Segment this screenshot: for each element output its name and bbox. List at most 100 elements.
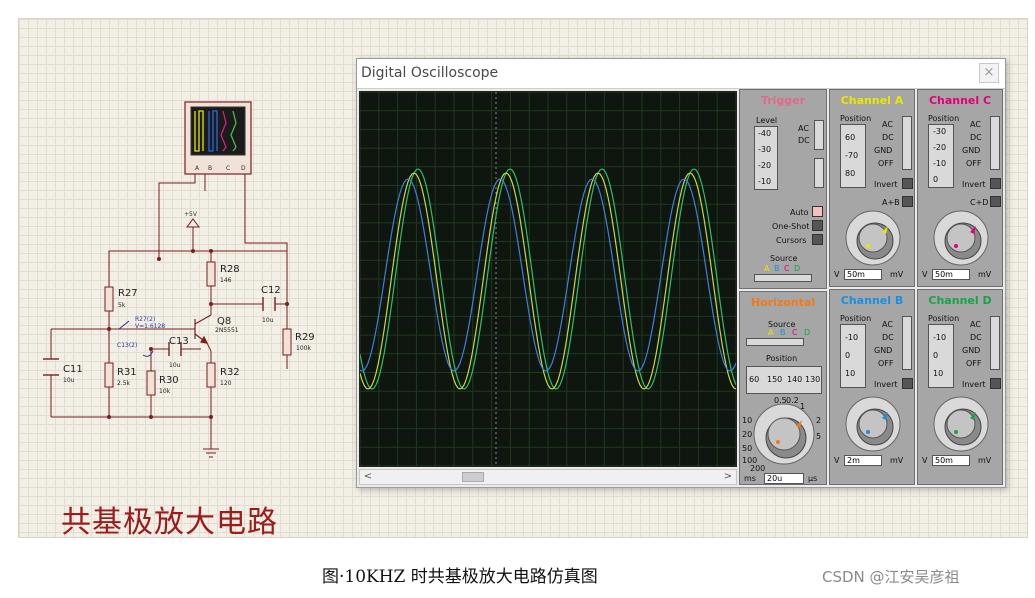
window-titlebar[interactable]: Digital Oscilloscope × [357, 59, 1005, 89]
channel-d-invert-button[interactable] [990, 378, 1001, 389]
channel-a-position-label: Position [840, 114, 872, 123]
resistor-r31[interactable] [104, 362, 114, 388]
resistor-r29[interactable] [282, 328, 292, 356]
trigger-panel: Trigger Level -40 -30 -20 -10 AC DC Auto… [739, 89, 827, 289]
one-shot-button[interactable] [812, 220, 823, 231]
trigger-level-label: Level [756, 116, 778, 125]
channel-d-position-label: Position [928, 314, 960, 323]
scroll-right-icon[interactable]: > [721, 470, 735, 484]
cursors-label: Cursors [776, 236, 807, 245]
probe-c13-label: C13(2) [117, 342, 137, 349]
channel-b-invert-button[interactable] [902, 378, 913, 389]
value-c13: 10u [169, 362, 181, 369]
timebase-value: 20u [764, 473, 804, 484]
scope-display [359, 91, 737, 467]
label-q8: Q8 [217, 316, 231, 327]
svg-text:+5V: +5V [184, 211, 198, 218]
channel-c-coupling-switch[interactable] [990, 116, 1000, 170]
scroll-thumb[interactable] [462, 472, 484, 482]
value-r27: 5k [118, 302, 126, 309]
capacitor-c11[interactable] [43, 358, 59, 376]
channel-a-invert-button[interactable] [902, 178, 913, 189]
channel-a-invert-label: Invert [874, 180, 898, 189]
capacitor-c12[interactable] [262, 297, 276, 311]
channel-b-volts-value: 2m [844, 455, 882, 466]
trigger-level-slider[interactable]: -40 -30 -20 -10 [754, 126, 778, 190]
resistor-r28[interactable] [206, 261, 216, 287]
timebase-knob[interactable] [746, 396, 822, 470]
horizontal-heading: Horizontal [750, 296, 816, 309]
figure-caption: 图·10KHZ 时共基极放大电路仿真图 [322, 567, 598, 587]
trigger-dc-label: DC [798, 136, 810, 145]
trigger-coupling-switch[interactable] [814, 120, 824, 150]
channel-c-combine-button[interactable] [990, 196, 1001, 207]
resistor-r27[interactable] [104, 286, 114, 312]
label-r29: R29 [295, 332, 315, 343]
channel-b-coupling-switch[interactable] [902, 316, 912, 370]
trigger-ac-label: AC [798, 124, 809, 133]
channel-c-volts-value: 50m [932, 269, 970, 280]
cursors-button[interactable] [812, 234, 823, 245]
channel-b-heading: Channel B [840, 294, 904, 307]
page: A B C D +5V R27 5k R28 146 R29 100k R30 … [0, 0, 1035, 598]
channel-c-volts-knob[interactable] [924, 208, 998, 268]
scope-symbol[interactable]: A B C D [184, 101, 252, 175]
channel-b-volts-knob[interactable] [836, 394, 910, 454]
timebase-unit-left: ms [744, 474, 756, 483]
label-r30: R30 [159, 375, 179, 386]
auto-button[interactable] [812, 206, 823, 217]
scroll-left-icon[interactable]: < [361, 470, 375, 484]
channel-d-invert-label: Invert [962, 380, 986, 389]
window-title: Digital Oscilloscope [361, 65, 499, 81]
label-c11: C11 [63, 364, 83, 375]
value-q8: 2N5551 [215, 327, 239, 334]
channel-c-panel: Channel C Position -30 -20 -10 0 AC DC GND OFF Inv… [917, 89, 1003, 287]
channel-d-panel: Channel D Position -10 0 10 AC DC GND OFF Invert V… [917, 289, 1003, 485]
ground-symbol [203, 448, 219, 458]
oscilloscope-window[interactable]: Digital Oscilloscope × < > Trigger Level… [356, 58, 1006, 488]
resistor-r30[interactable] [146, 370, 156, 396]
horizontal-position-slider[interactable]: 60 150 140 130 [746, 366, 822, 394]
channel-a-position-slider[interactable]: 60 -70 80 [840, 124, 866, 188]
channel-c-invert-button[interactable] [990, 178, 1001, 189]
label-r28: R28 [220, 264, 240, 275]
channel-c-position-slider[interactable]: -30 -20 -10 0 [928, 124, 954, 188]
channel-d-coupling-switch[interactable] [990, 316, 1000, 370]
channel-c-invert-label: Invert [962, 180, 986, 189]
label-r32: R32 [220, 367, 240, 378]
channel-a-volts-knob[interactable] [836, 208, 910, 268]
value-r32: 120 [220, 380, 232, 387]
schematic-title: 共基极放大电路 [61, 505, 278, 540]
horizontal-source-slider[interactable] [746, 338, 804, 346]
resistor-r32[interactable] [206, 362, 216, 388]
value-r28: 146 [220, 277, 232, 284]
horizontal-panel: Horizontal Source A B C D Position 60 15… [739, 291, 827, 485]
channel-a-combine-label: A+B [882, 198, 900, 207]
channel-d-position-slider[interactable]: -10 0 10 [928, 324, 954, 388]
scope-pin-d: D [241, 165, 246, 172]
channel-b-position-slider[interactable]: -10 0 10 [840, 324, 866, 388]
horizontal-scrollbar[interactable]: < > [359, 469, 737, 485]
value-r31: 2.5k [117, 380, 131, 387]
channel-d-volts-knob[interactable] [924, 394, 998, 454]
channel-a-heading: Channel A [840, 94, 904, 107]
label-r27: R27 [118, 288, 138, 299]
vcc-terminal[interactable]: +5V [184, 211, 200, 228]
value-r30: 10k [159, 388, 171, 395]
trigger-edge-switch[interactable] [814, 158, 824, 188]
value-c12: 10u [262, 317, 274, 324]
one-shot-label: One-Shot [772, 222, 810, 231]
close-button[interactable]: × [979, 63, 999, 83]
label-r31: R31 [117, 367, 137, 378]
channel-a-combine-button[interactable] [902, 196, 913, 207]
trigger-source-slider[interactable] [754, 274, 812, 282]
channel-d-heading: Channel D [928, 294, 992, 307]
probe-r27-value: V=1.6128 [135, 323, 165, 330]
channel-a-panel: Channel A Position 60 -70 80 AC DC GND OFF Invert… [829, 89, 915, 287]
channel-a-coupling-switch[interactable] [902, 116, 912, 170]
label-c13: C13 [169, 336, 189, 347]
transistor-q8[interactable] [194, 314, 212, 344]
probe-r27[interactable] [118, 320, 130, 330]
channel-b-position-label: Position [840, 314, 872, 323]
channel-c-position-label: Position [928, 114, 960, 123]
